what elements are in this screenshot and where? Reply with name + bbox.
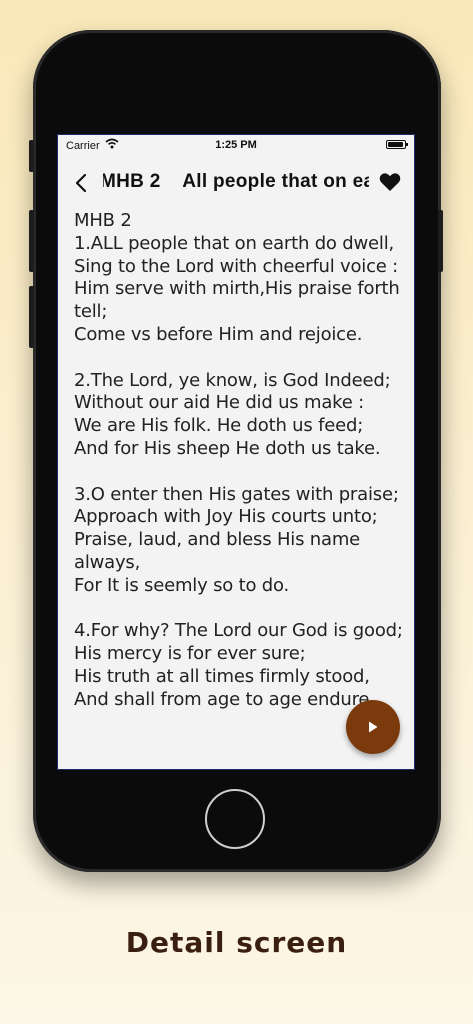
status-bar: Carrier 1:25 PM: [58, 135, 414, 157]
play-button[interactable]: [346, 700, 400, 754]
page-title-text: MHB 2 All people that on ea: [103, 171, 369, 192]
hymn-text: MHB 2 1.ALL people that on earth do dwel…: [74, 210, 403, 710]
side-button: [29, 140, 34, 172]
play-icon: [369, 721, 378, 733]
volume-down-button: [29, 286, 34, 348]
app-screen: Carrier 1:25 PM MHB 2 All people that on…: [57, 134, 415, 770]
back-arrow-icon[interactable]: [70, 171, 94, 195]
favorite-heart-icon[interactable]: [378, 170, 402, 194]
volume-up-button: [29, 210, 34, 272]
home-button[interactable]: [205, 789, 265, 849]
power-button: [438, 210, 443, 272]
page-title: MHB 2 All people that on ea: [103, 171, 369, 195]
battery-icon: [386, 140, 408, 149]
status-time: 1:25 PM: [215, 139, 257, 151]
screen-caption: Detail screen: [125, 926, 348, 959]
app-bar: MHB 2 All people that on ea: [58, 163, 414, 203]
